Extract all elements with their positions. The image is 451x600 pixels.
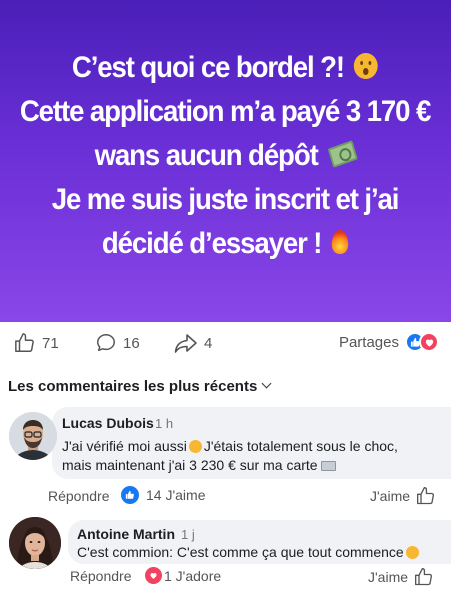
thumbs-up-icon <box>415 568 433 586</box>
credit-card-icon <box>320 461 336 471</box>
comment-text-line-1: C'est commion: C'est comme ça que tout c… <box>77 543 421 562</box>
reply-button[interactable]: Répondre <box>48 488 110 504</box>
user-avatar-antoine <box>9 517 61 569</box>
avatar[interactable] <box>9 412 57 460</box>
banner-line-5: décidé d’essayer ! <box>20 222 430 266</box>
reaction-count: 1 J'adore <box>164 567 222 584</box>
share-count: 4 <box>204 334 213 352</box>
like-button[interactable]: J'aime <box>370 486 436 506</box>
comment-time: 1 j <box>181 527 195 542</box>
astonished-face-icon <box>188 440 202 453</box>
thumbs-up-icon <box>417 487 435 505</box>
comment-text-part: mais maintenant j'ai 3 230 € sur ma cart… <box>62 457 318 473</box>
post-stats-bar: 71 16 4 Partages <box>0 332 451 356</box>
comment-count: 16 <box>123 334 140 352</box>
share-stat[interactable]: 4 <box>174 332 212 354</box>
smiling-face-icon <box>405 546 419 559</box>
like-stat[interactable]: 71 <box>14 332 59 354</box>
like-count: 71 <box>42 334 59 352</box>
shares-summary[interactable]: Partages <box>339 332 439 352</box>
comment-bubble-icon <box>97 334 115 352</box>
surprised-face-icon <box>354 53 379 80</box>
banner-line-5-text: décidé d’essayer ! <box>102 227 323 260</box>
love-reaction-icon <box>145 567 162 584</box>
banner-line-1-text: C’est quoi ce bordel ?! <box>72 51 345 84</box>
comment-author[interactable]: Lucas Dubois <box>62 415 154 431</box>
comment-time: 1 h <box>155 416 174 431</box>
comment-text-part: J'ai vérifié moi aussi <box>62 438 187 454</box>
share-arrow-icon <box>174 334 197 353</box>
banner-line-2: Cette application m’a payé 3 170 € <box>20 95 431 128</box>
banner-line-4: Je me suis juste inscrit et j’ai <box>52 183 400 216</box>
comment-author[interactable]: Antoine Martin <box>77 526 175 542</box>
reaction-count: 14 J'aime <box>146 487 206 503</box>
comment-reactions[interactable]: 14 J'aime <box>121 486 205 504</box>
user-avatar-lucas <box>9 412 57 460</box>
comments-sort-dropdown[interactable]: Les commentaires les plus récents <box>8 378 272 395</box>
love-reaction-icon <box>419 332 439 352</box>
like-label: J'aime <box>368 569 409 585</box>
fire-icon <box>332 230 349 255</box>
chevron-down-icon <box>261 378 272 389</box>
like-label: J'aime <box>370 488 411 504</box>
shares-label: Partages <box>338 333 399 351</box>
comment-text-line-2: mais maintenant j'ai 3 230 € sur ma cart… <box>62 456 336 475</box>
comment-text-part: C'est commion: C'est comme ça que tout c… <box>77 544 404 560</box>
banner-line-3-text: wans aucun dépôt <box>95 139 319 172</box>
banner-line-3: wans aucun dépôt <box>20 134 430 178</box>
comment-stat[interactable]: 16 <box>95 332 140 354</box>
like-button[interactable]: J'aime <box>368 567 434 587</box>
thumbs-up-icon <box>15 333 34 352</box>
avatar[interactable] <box>9 517 61 569</box>
banner-line-1: C’est quoi ce bordel ?! <box>20 46 430 90</box>
comments-section-title: Les commentaires les plus récents <box>8 378 258 395</box>
money-with-wings-icon <box>328 140 359 168</box>
reply-button[interactable]: Répondre <box>70 568 132 584</box>
banner-text: C’est quoi ce bordel ?! Cette applicatio… <box>20 46 431 266</box>
comment-text-line-1: J'ai vérifié moi aussi J'étais totalement… <box>62 437 398 456</box>
post-image-banner: C’est quoi ce bordel ?! Cette applicatio… <box>0 0 451 322</box>
comment-reactions[interactable]: 1 J'adore <box>145 567 221 584</box>
comment-text-part: J'étais totalement sous le choc, <box>203 438 398 454</box>
like-reaction-icon <box>121 486 139 504</box>
